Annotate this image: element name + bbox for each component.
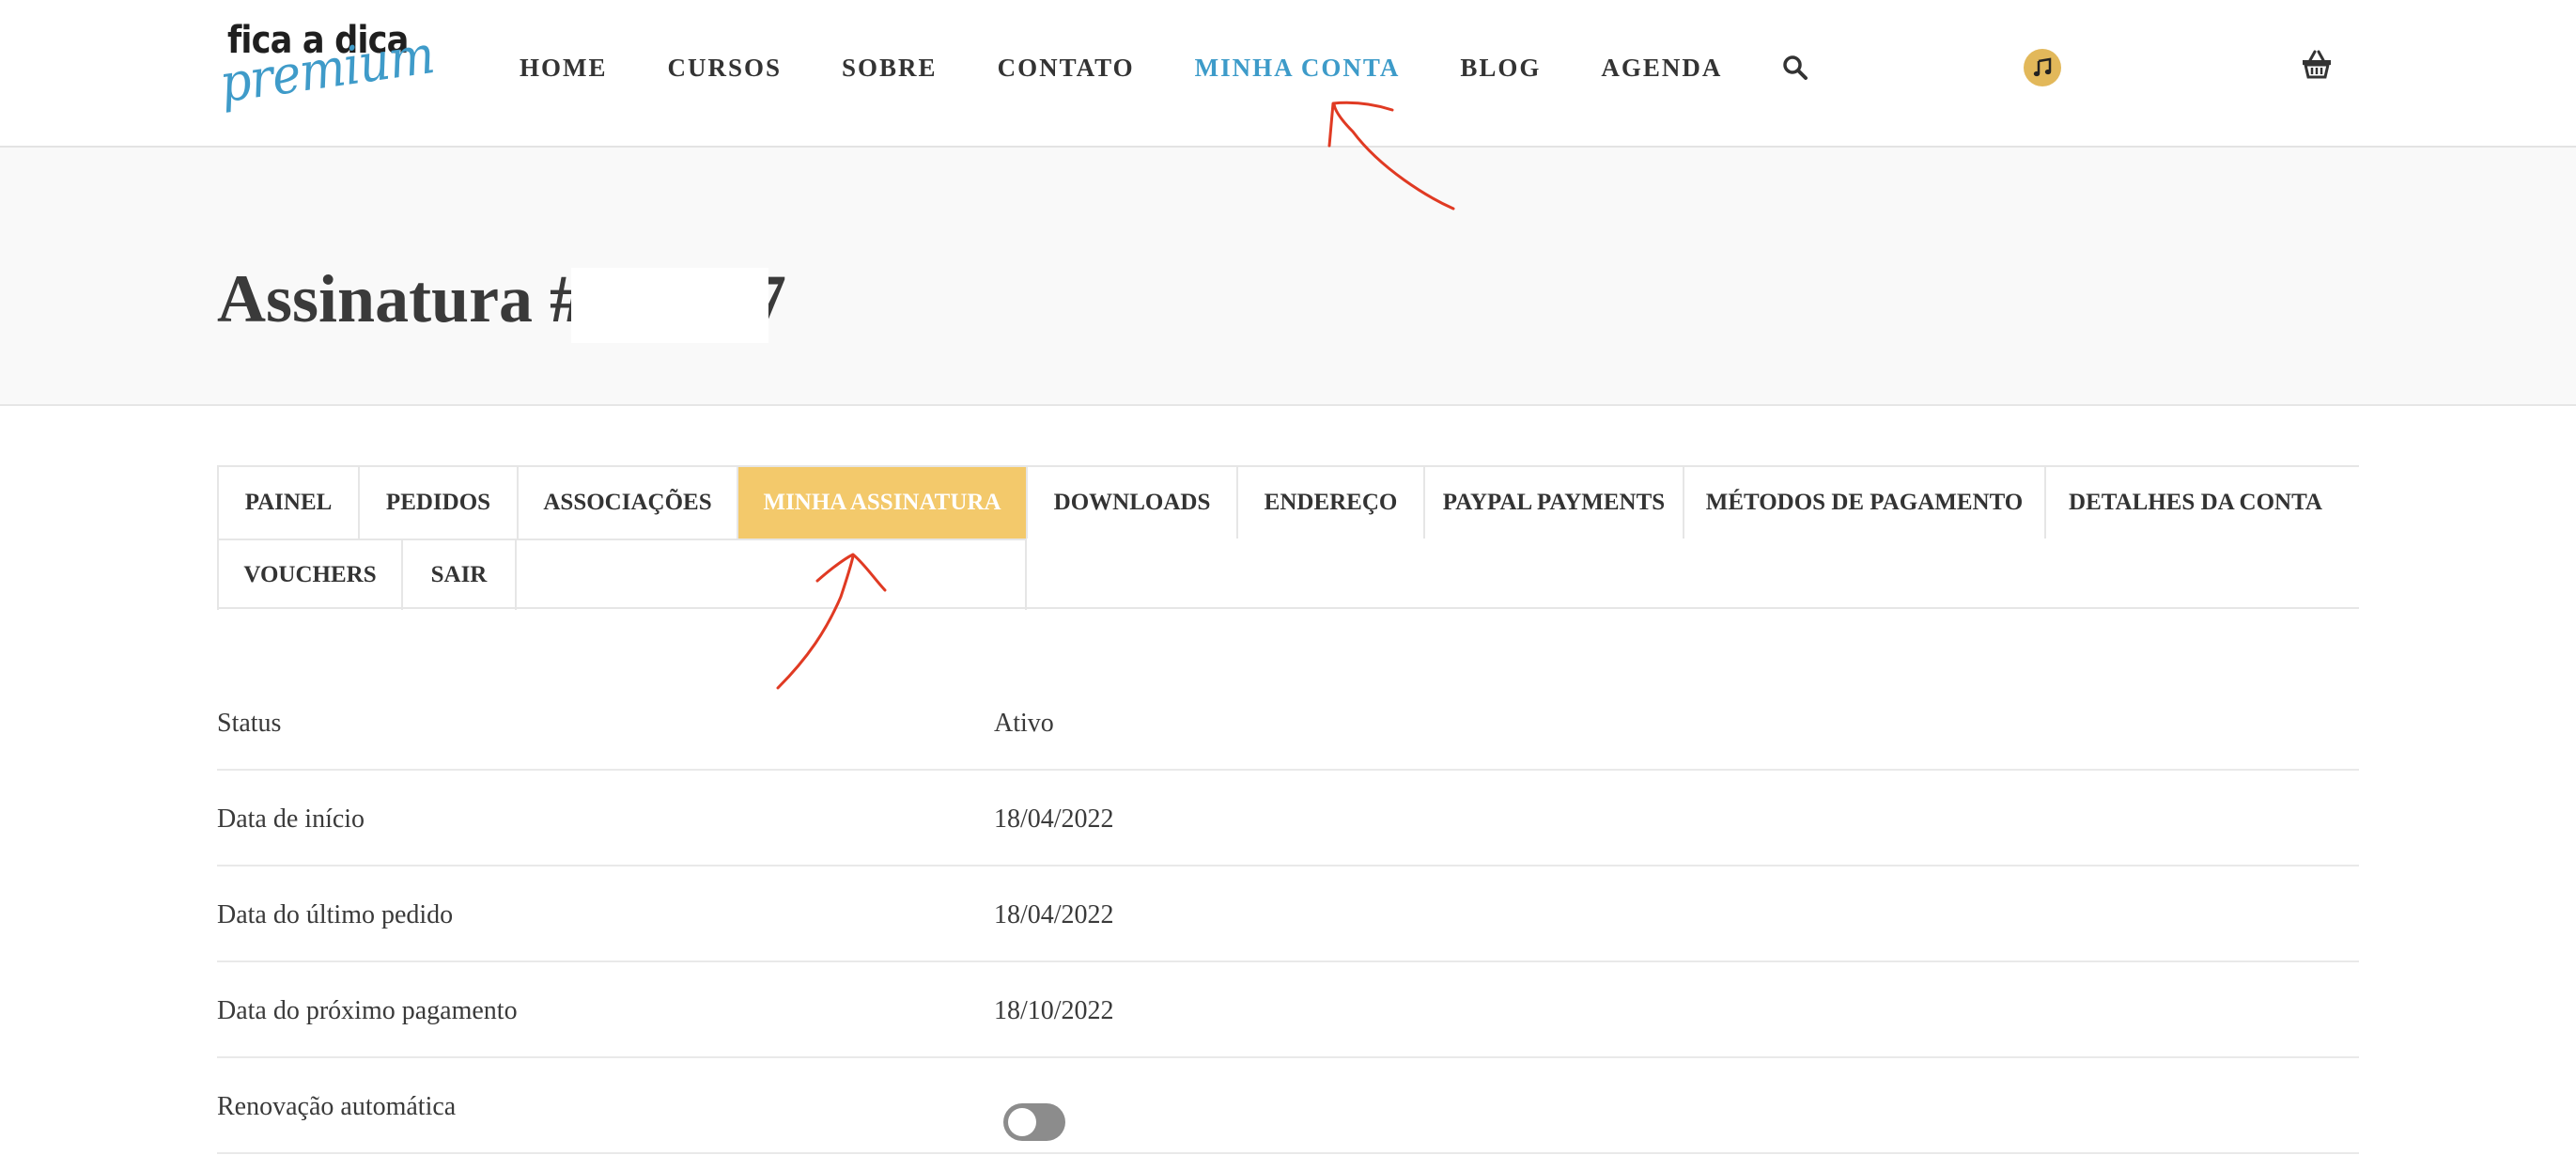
search-icon[interactable] <box>1782 55 1808 81</box>
auto-renewal-toggle[interactable] <box>1003 1103 1065 1141</box>
nav-agenda[interactable]: AGENDA <box>1601 54 1722 83</box>
tab-pedidos[interactable]: PEDIDOS <box>360 467 519 539</box>
table-row: Data de início 18/04/2022 <box>217 771 2359 867</box>
music-note-icon[interactable] <box>2024 49 2061 86</box>
table-row: Status Ativo <box>217 675 2359 771</box>
table-row: Renovação automática <box>217 1058 2359 1154</box>
subscription-details: Status Ativo Data de início 18/04/2022 D… <box>217 675 2359 1154</box>
table-row: Data do último pedido 18/04/2022 <box>217 867 2359 962</box>
start-date-value: 18/04/2022 <box>994 804 1114 834</box>
tab-detalhes-da-conta[interactable]: DETALHES DA CONTA <box>2046 467 2345 539</box>
tab-minha-assinatura[interactable]: MINHA ASSINATURA <box>738 467 1028 539</box>
main-nav: HOME CURSOS SOBRE CONTATO MINHA CONTA BL… <box>520 49 1808 86</box>
next-payment-date-label: Data do próximo pagamento <box>217 996 518 1025</box>
tab-downloads[interactable]: DOWNLOADS <box>1028 467 1238 539</box>
table-row: Data do próximo pagamento 18/10/2022 <box>217 962 2359 1058</box>
tab-painel[interactable]: PAINEL <box>217 467 360 539</box>
nav-contato[interactable]: CONTATO <box>998 54 1135 83</box>
tab-endereco[interactable]: ENDEREÇO <box>1238 467 1425 539</box>
tabs-empty-cell <box>517 539 1027 610</box>
nav-minha-conta[interactable]: MINHA CONTA <box>1195 54 1401 83</box>
nav-blog[interactable]: BLOG <box>1460 54 1541 83</box>
account-tabs: PAINEL PEDIDOS ASSOCIAÇÕES MINHA ASSINAT… <box>217 465 2359 610</box>
auto-renewal-label: Renovação automática <box>217 1092 457 1121</box>
page-title-band: Assinatura #319227 <box>0 148 2576 406</box>
tab-sair[interactable]: SAIR <box>403 539 517 610</box>
start-date-label: Data de início <box>217 804 365 834</box>
last-order-date-value: 18/04/2022 <box>994 900 1114 929</box>
tab-metodos-de-pagamento[interactable]: MÉTODOS DE PAGAMENTO <box>1684 467 2046 539</box>
shopping-basket-icon[interactable] <box>2300 49 2334 81</box>
tab-paypal-payments[interactable]: PAYPAL PAYMENTS <box>1425 467 1684 539</box>
nav-sobre[interactable]: SOBRE <box>842 54 938 83</box>
status-value: Ativo <box>994 709 1054 738</box>
toggle-knob <box>1008 1108 1036 1136</box>
nav-home[interactable]: HOME <box>520 54 608 83</box>
nav-cursos[interactable]: CURSOS <box>668 54 783 83</box>
site-logo[interactable]: fica a dica premium <box>216 17 438 125</box>
last-order-date-label: Data do último pedido <box>217 900 454 929</box>
next-payment-date-value: 18/10/2022 <box>994 996 1114 1025</box>
tab-vouchers[interactable]: VOUCHERS <box>217 539 403 610</box>
redaction-mask <box>571 268 768 343</box>
tab-associacoes[interactable]: ASSOCIAÇÕES <box>519 467 738 539</box>
site-header: fica a dica premium HOME CURSOS SOBRE CO… <box>0 0 2576 148</box>
status-label: Status <box>217 709 282 738</box>
